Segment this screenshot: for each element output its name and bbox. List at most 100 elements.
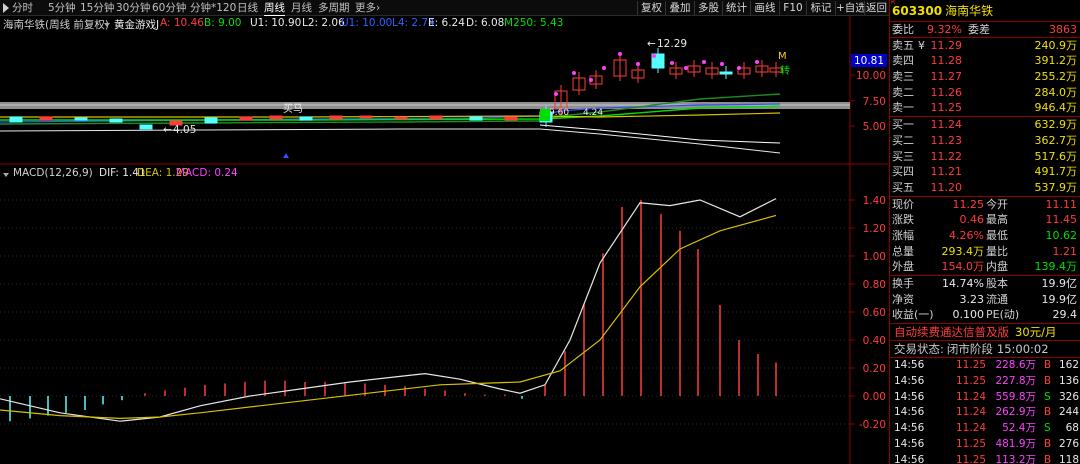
tick-price: 11.25	[956, 374, 987, 387]
indicator-value: B: 9.00	[204, 17, 242, 29]
book-price: 11.20	[930, 180, 963, 194]
book-label: 卖四	[892, 54, 914, 68]
tick-side: B	[1044, 374, 1052, 387]
dropdown-icon[interactable]	[104, 18, 110, 30]
book-row[interactable]: 买四 11.21 491.7万	[890, 164, 1080, 180]
white-line-lower	[0, 128, 781, 154]
candle	[299, 116, 313, 121]
book-row[interactable]: 卖一 11.25 946.4万	[890, 100, 1080, 116]
status-value: 闭市阶段	[946, 342, 993, 357]
toolbar-button[interactable]: F10	[779, 1, 806, 15]
stat-value: 1.21	[1052, 244, 1078, 258]
book-volume: 537.9万	[1034, 180, 1078, 194]
book-price: 11.25	[930, 101, 963, 115]
book-row[interactable]: 买五 11.20 537.9万	[890, 180, 1080, 196]
tick-count: 276	[1058, 438, 1079, 451]
candle	[504, 116, 518, 121]
signal-dot	[652, 54, 656, 58]
tick-price: 11.25	[956, 438, 987, 451]
status-time: 15:00:02	[996, 342, 1049, 357]
book-row[interactable]: 卖三 11.27 255.2万	[890, 69, 1080, 85]
period-tab[interactable]: 分钟*120	[190, 1, 236, 15]
book-row[interactable]: 买一 11.24 632.9万	[890, 117, 1080, 133]
book-volume: 517.6万	[1034, 149, 1078, 163]
toolbar-button[interactable]: 标记	[806, 1, 835, 15]
tick-price: 11.24	[956, 406, 987, 419]
indicator-value: U1: 10.00	[341, 17, 393, 29]
book-price: 11.27	[930, 70, 963, 84]
toolbar-button[interactable]: 复权	[637, 1, 665, 15]
signal-dot	[755, 60, 759, 64]
ratio-value: 9.32%	[927, 23, 962, 36]
play-icon[interactable]	[3, 3, 9, 13]
ad-text: 自动续费通达信普及版	[894, 325, 1009, 340]
toolbar-button[interactable]: 画线	[750, 1, 779, 15]
stat-value: 19.9亿	[1041, 277, 1078, 290]
tick-list[interactable]: 14:56 11.25 228.6万 B 162 14:56 11.25 227.8万 B 136…	[890, 358, 1080, 464]
book-row[interactable]: 卖四 11.28 391.2万	[890, 53, 1080, 69]
toolbar-button[interactable]: 统计	[722, 1, 750, 15]
period-tab[interactable]: 多周期	[318, 1, 350, 15]
book-volume: 240.9万	[1034, 38, 1078, 52]
tick-count: 244	[1058, 406, 1079, 419]
candle	[109, 118, 123, 123]
signal-dot	[572, 71, 576, 75]
period-tab[interactable]: 15分钟	[80, 1, 114, 15]
tick-price: 11.25	[956, 453, 987, 464]
candle	[9, 116, 23, 123]
stat-label: 量比	[986, 244, 1008, 258]
signal-dot	[636, 62, 640, 66]
tick-side: B	[1044, 453, 1052, 464]
chart-area[interactable]: 10.00 7.50 5.00 10.81 ← 12.29 ← 4.05 9.60 4.24 买马转…	[0, 16, 888, 464]
tick-row: 14:56 11.24 559.8万 S 326	[890, 390, 1080, 406]
kline-chart[interactable]: 10.007.505.0010.81← 12.29← 4.059.60 4.24买马转…	[0, 16, 888, 464]
toolbar-button[interactable]: 返回	[864, 1, 888, 15]
book-row[interactable]: 买三 11.22 517.6万	[890, 149, 1080, 165]
yuan-icon: ¥	[918, 38, 925, 52]
subscription-ad[interactable]: 自动续费通达信普及版 30元/月	[890, 324, 1080, 342]
period-tab[interactable]: 30分钟	[116, 1, 150, 15]
tick-side: B	[1044, 359, 1052, 372]
book-row[interactable]: 买二 11.23 362.7万	[890, 133, 1080, 149]
period-tab[interactable]: 周线	[264, 1, 285, 16]
macd-label[interactable]: MACD(12,26,9)	[13, 167, 93, 179]
indicator-value: M250: 5.43	[504, 17, 564, 29]
indicator-value: E: 6.24	[428, 17, 465, 29]
book-price: 11.21	[930, 165, 963, 179]
period-tab[interactable]: 月线	[291, 1, 312, 15]
book-label: 买四	[892, 165, 914, 179]
stat-row: 外盘 154.0万 内盘 139.4万	[890, 259, 1080, 275]
macd-macd-value: MACD: 0.24	[176, 167, 238, 179]
period-tab[interactable]: 5分钟	[48, 1, 76, 15]
tick-price: 11.25	[956, 359, 987, 372]
stat-label: 总量	[892, 244, 914, 258]
indicator-name[interactable]: 黄金游戏J	[114, 17, 159, 32]
book-label: 卖五	[892, 38, 914, 52]
book-row[interactable]: 卖五 ¥11.29 240.9万	[890, 38, 1080, 54]
signal-dot	[684, 66, 688, 70]
more-arrow-icon[interactable]: ›	[376, 1, 380, 15]
candle	[39, 116, 53, 121]
period-tab[interactable]: 分时	[12, 1, 33, 15]
stat-value: 11.25	[952, 197, 985, 211]
toolbar-button[interactable]: 多股	[694, 1, 722, 15]
candle	[74, 117, 88, 121]
toolbar-button[interactable]: 叠加	[665, 1, 694, 15]
period-tab[interactable]: 60分钟	[152, 1, 186, 15]
triangle-icon	[283, 153, 289, 158]
quote-stats: 现价 11.25 今开 11.11 涨跌 0.46 最高 11.45 涨幅 4.26% 最低 10.6…	[890, 197, 1080, 276]
macd-dropdown-icon[interactable]	[3, 168, 9, 180]
zhuan-label: 转	[780, 64, 790, 77]
period-tab[interactable]: 更多	[355, 1, 376, 15]
book-row[interactable]: 卖二 11.26 284.0万	[890, 85, 1080, 101]
signal-dot	[720, 62, 724, 66]
order-ratio-row: 委比 9.32% 委差 3863	[890, 22, 1080, 38]
fundamental-stats: 换手 14.74% 股本 19.9亿 净资 3.23 流通 19.9亿 收益(一) 0.100 PE…	[890, 276, 1080, 325]
toolbar-button[interactable]: +自选	[835, 1, 866, 15]
book-price: 11.26	[930, 85, 963, 99]
candle	[469, 116, 483, 121]
period-tab[interactable]: 日线	[237, 1, 258, 15]
macd-axis-label: 0.60	[863, 307, 886, 319]
signal-dot	[737, 66, 741, 70]
stat-value: 11.11	[1045, 197, 1078, 211]
